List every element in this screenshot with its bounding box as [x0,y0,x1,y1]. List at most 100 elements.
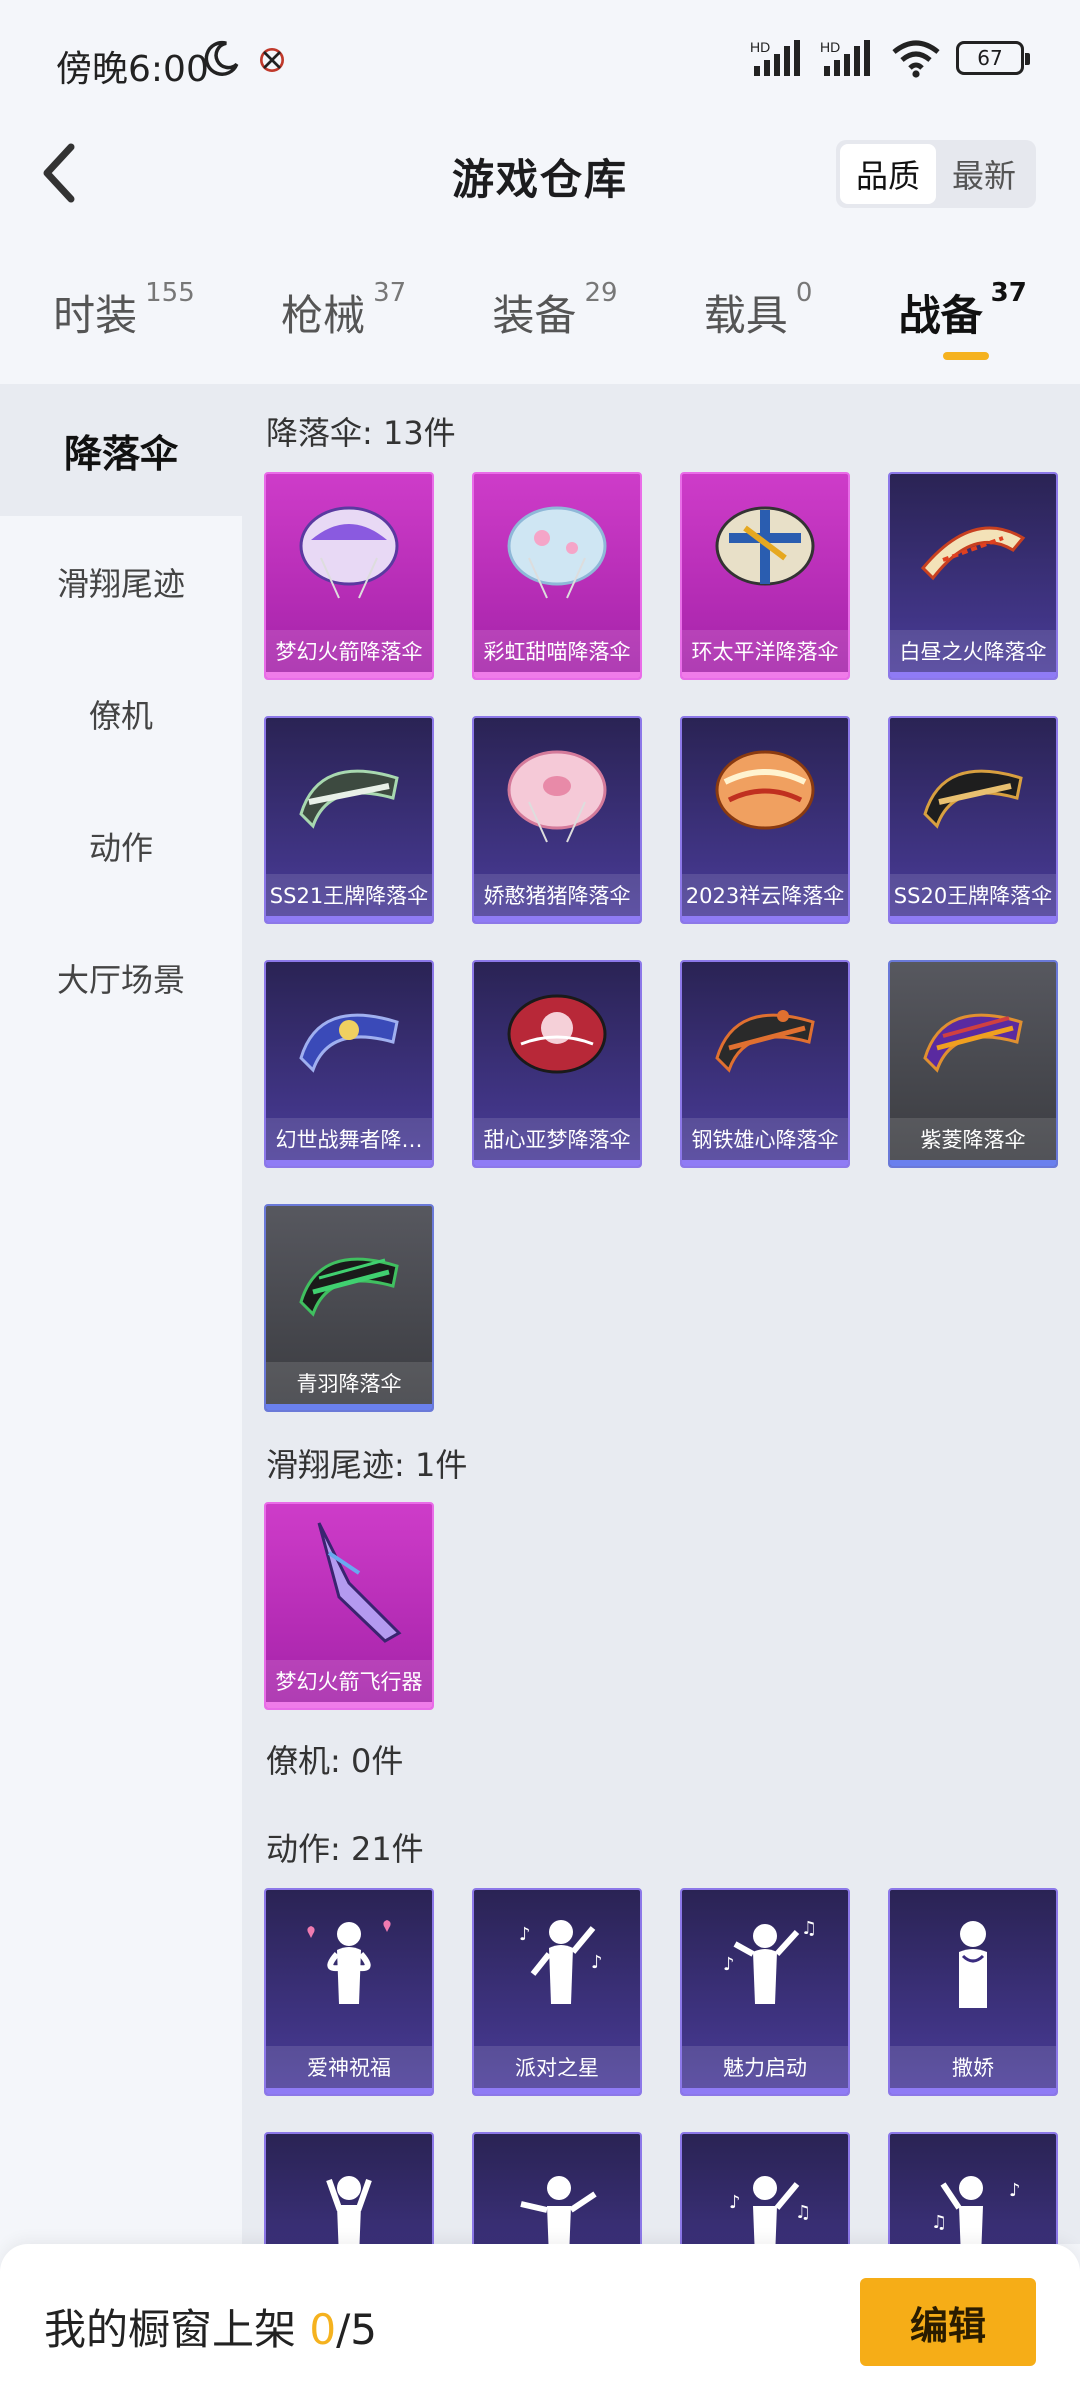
item-card[interactable]: ♪ ♫ [888,2132,1058,2244]
glider-icon [266,1504,432,1662]
rarity-bar [266,916,432,922]
rarity-bar [266,1404,432,1410]
item-card[interactable]: ♪ ♪ 派对之星 [472,1888,642,2096]
item-list: 降落伞: 13件 梦幻火箭降落伞 彩虹甜喵降落伞 环太平洋降落伞 白昼之火降落伞… [242,384,1080,2244]
item-card[interactable]: 白昼之火降落伞 [888,472,1058,680]
svg-text:HD: HD [820,39,840,55]
item-card[interactable]: 梦幻火箭飞行器 [264,1502,434,1710]
item-name: 彩虹甜喵降落伞 [474,630,640,672]
item-name: 2023祥云降落伞 [682,874,848,916]
item-card[interactable]: 紫菱降落伞 [888,960,1058,1168]
rarity-bar [682,2088,848,2094]
rarity-bar [266,1702,432,1708]
emote-figure-icon [474,2134,640,2244]
item-name: 娇憨猪猪降落伞 [474,874,640,916]
tab-equipment[interactable]: 装备 29 [492,262,617,380]
tab-count: 37 [373,278,407,308]
item-card[interactable]: 彩虹甜喵降落伞 [472,472,642,680]
item-card[interactable] [264,2132,434,2244]
sidebar-item-wingman[interactable]: 僚机 [0,648,242,780]
signal-icon: HD [750,39,800,76]
svg-text:♫: ♫ [931,2212,947,2233]
sidebar-item-emote[interactable]: 动作 [0,780,242,912]
tab-battle-prep[interactable]: 战备 37 [899,262,1027,380]
sidebar: 降落伞 滑翔尾迹 僚机 动作 大厅场景 [0,384,242,2244]
item-name: 青羽降落伞 [266,1362,432,1404]
parachute-icon [266,474,432,632]
rarity-bar [266,1160,432,1166]
item-card[interactable]: 环太平洋降落伞 [680,472,850,680]
parachute-icon [474,718,640,876]
edit-button[interactable]: 编辑 [860,2278,1036,2366]
tab-count: 155 [145,278,195,308]
status-time: 傍晚6:00 [56,49,209,90]
parachute-icon [682,718,848,876]
item-card[interactable]: 青羽降落伞 [264,1204,434,1412]
rarity-bar [266,672,432,678]
item-card[interactable]: 爱神祝福 [264,1888,434,2096]
item-card[interactable]: ♪ ♫ 魅力启动 [680,1888,850,2096]
section-title-wingman: 僚机: 0件 [266,1742,404,1780]
section-title-parachute: 降落伞: 13件 [266,414,456,452]
parachute-icon [474,474,640,632]
rarity-bar [890,916,1056,922]
svg-text:♫: ♫ [801,1918,817,1939]
item-name: 梦幻火箭飞行器 [266,1660,432,1702]
item-card[interactable]: 幻世战舞者降… [264,960,434,1168]
tab-vehicles[interactable]: 载具 0 [704,262,813,380]
rarity-bar [266,2088,432,2094]
item-name: 钢铁雄心降落伞 [682,1118,848,1160]
item-name: 紫菱降落伞 [890,1118,1056,1160]
parachute-icon [266,718,432,876]
sort-by-quality-button[interactable]: 品质 [840,144,936,204]
rarity-bar [890,2088,1056,2094]
rarity-bar [682,916,848,922]
item-name: 环太平洋降落伞 [682,630,848,672]
item-card[interactable]: SS20王牌降落伞 [888,716,1058,924]
item-card[interactable]: ♪ ♫ [680,2132,850,2244]
item-name: 白昼之火降落伞 [890,630,1056,672]
svg-text:♪: ♪ [1009,2180,1021,2201]
item-name: 魅力启动 [682,2046,848,2088]
item-name: SS20王牌降落伞 [890,874,1056,916]
item-card[interactable]: SS21王牌降落伞 [264,716,434,924]
showcase-label: 我的橱窗上架 [44,2305,310,2354]
item-name: 幻世战舞者降… [266,1118,432,1160]
parachute-icon [890,962,1056,1120]
tab-fashion[interactable]: 时装 155 [53,262,195,380]
item-name: 梦幻火箭降落伞 [266,630,432,672]
sidebar-item-lobby-scene[interactable]: 大厅场景 [0,912,242,1044]
emote-figure-icon [266,2134,432,2244]
tab-weapons[interactable]: 枪械 37 [281,262,406,380]
sort-toggle: 品质 最新 [836,140,1036,208]
rarity-bar [890,1160,1056,1166]
emote-figure-icon: ♪ ♪ [474,1890,640,2048]
parachute-icon [266,1206,432,1364]
item-name: SS21王牌降落伞 [266,874,432,916]
item-card[interactable]: 2023祥云降落伞 [680,716,850,924]
item-card[interactable]: 甜心亚梦降落伞 [472,960,642,1168]
emote-figure-icon: ♪ ♫ [682,1890,848,2048]
showcase-used-count: 0 [309,2305,337,2354]
sort-by-newest-button[interactable]: 最新 [936,144,1032,204]
svg-text:♪: ♪ [591,1952,603,1973]
item-card[interactable]: 撒娇 [888,1888,1058,2096]
emote-figure-icon: ♪ ♫ [682,2134,848,2244]
svg-text:♪: ♪ [729,2192,741,2213]
item-card[interactable]: 娇憨猪猪降落伞 [472,716,642,924]
tab-label: 装备 [492,291,577,340]
item-card[interactable]: 钢铁雄心降落伞 [680,960,850,1168]
item-name: 撒娇 [890,2046,1056,2088]
item-card[interactable] [472,2132,642,2244]
sidebar-item-glide-trail[interactable]: 滑翔尾迹 [0,516,242,648]
active-tab-indicator [942,352,989,360]
item-card[interactable]: 梦幻火箭降落伞 [264,472,434,680]
tab-count: 37 [990,278,1027,308]
emote-figure-icon [266,1890,432,2048]
parachute-icon [682,962,848,1120]
sidebar-item-parachute[interactable]: 降落伞 [0,384,242,516]
item-name: 甜心亚梦降落伞 [474,1118,640,1160]
category-tabs: 时装 155 枪械 37 装备 29 载具 0 战备 37 [0,262,1080,380]
section-title-emote: 动作: 21件 [266,1830,424,1868]
svg-text:♪: ♪ [723,1954,735,1975]
